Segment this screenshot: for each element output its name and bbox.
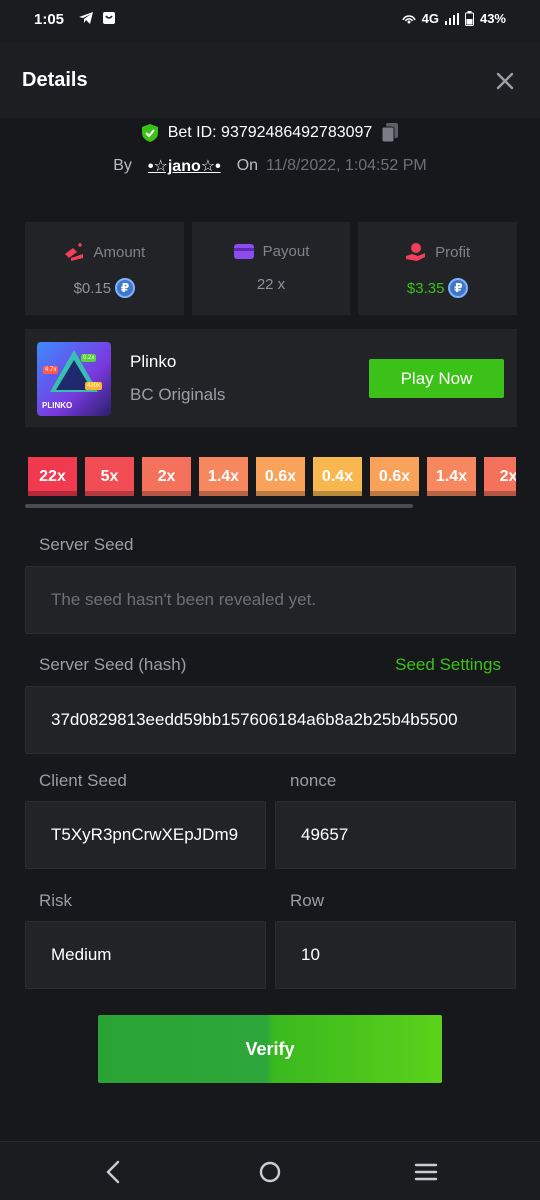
stat-profit-value: $3.35 — [406, 279, 445, 297]
status-icons-right: 4G 43% — [401, 11, 506, 26]
back-icon[interactable] — [100, 1158, 128, 1186]
nonce-label: nonce — [290, 771, 337, 790]
copy-icon[interactable] — [380, 122, 400, 144]
user-link[interactable]: •☆jano☆• — [148, 156, 221, 176]
battery-icon — [464, 11, 474, 26]
client-seed-field[interactable]: T5XyR3pnCrwXEpJDm9 — [25, 801, 266, 869]
bet-date: 11/8/2022, 1:04:52 PM — [266, 157, 427, 174]
by-label: By — [113, 157, 132, 174]
network-type: 4G — [421, 11, 439, 26]
signal-icon — [444, 12, 459, 25]
multiplier-chip: 0.4x — [313, 457, 362, 496]
game-card: 4.7x 0.2x 420x PLINKO Plinko BC Original… — [25, 329, 517, 427]
close-icon[interactable] — [494, 70, 516, 92]
seed-settings-link[interactable]: Seed Settings — [395, 655, 501, 675]
stat-amount-label: Amount — [93, 243, 146, 261]
nonce-field[interactable]: 49657 — [275, 801, 516, 869]
recents-icon[interactable] — [412, 1158, 440, 1186]
amount-icon — [65, 243, 84, 261]
currency-coin-icon: ₽ — [115, 278, 136, 298]
currency-coin-icon: ₽ — [448, 278, 469, 298]
verified-shield-icon — [141, 124, 158, 142]
multiplier-row: 22x 5x 2x 1.4x 0.6x 0.4x 0.6x 1.4x 2x — [28, 457, 516, 497]
multiplier-chip: 2x — [142, 457, 191, 496]
on-label: On — [236, 157, 259, 174]
client-seed-label: Client Seed — [39, 771, 127, 790]
stat-amount: Amount $0.15 ₽ — [25, 222, 184, 315]
game-name: Plinko — [130, 352, 177, 371]
multiplier-chip: 2x — [484, 457, 516, 496]
stat-profit-label: Profit — [435, 243, 471, 261]
server-seed-hash-label: Server Seed (hash) — [39, 655, 187, 674]
multiplier-chip: 1.4x — [427, 457, 476, 496]
bet-stats: Amount $0.15 ₽ Payout 22 x Profit $3.35 … — [25, 222, 518, 315]
risk-field[interactable]: Medium — [25, 921, 266, 989]
multiplier-chip: 22x — [28, 457, 77, 496]
status-time: 1:05 — [34, 11, 65, 28]
hotspot-icon — [401, 14, 416, 23]
verify-button[interactable]: Verify — [98, 1015, 442, 1083]
row-field[interactable]: 10 — [275, 921, 516, 989]
multiplier-chip: 5x — [85, 457, 134, 496]
multiplier-chip: 0.6x — [370, 457, 419, 496]
thumb-logo-text: PLINKO — [42, 401, 73, 410]
page-title: Details — [22, 69, 88, 91]
multiplier-chip: 1.4x — [199, 457, 248, 496]
horizontal-scrollbar[interactable] — [25, 504, 413, 508]
stat-payout-value: 22 x — [256, 276, 286, 293]
server-seed-hash-field[interactable]: 37d0829813eedd59bb157606184a6b8a2b25b4b5… — [25, 686, 516, 754]
home-icon[interactable] — [256, 1158, 284, 1186]
battery-level: 43% — [479, 11, 506, 26]
telegram-icon — [79, 12, 93, 24]
app-notification-icon — [103, 12, 115, 24]
bet-id: Bet ID: 93792486492783097 — [167, 124, 373, 141]
stat-profit: Profit $3.35 ₽ — [358, 222, 518, 315]
status-icons-left — [78, 11, 116, 25]
thumb-tag: 4.7x — [43, 366, 59, 374]
server-seed-field[interactable]: The seed hasn't been revealed yet. — [25, 566, 516, 634]
play-now-button[interactable]: Play Now — [369, 359, 504, 398]
thumb-tag: 0.2x — [81, 354, 97, 362]
thumb-tag: 420x — [85, 382, 103, 390]
risk-label: Risk — [39, 891, 73, 910]
game-provider: BC Originals — [130, 385, 226, 404]
multiplier-chip: 0.6x — [256, 457, 305, 496]
status-bar: 1:05 4G 43% — [0, 0, 540, 42]
wallet-icon — [233, 244, 254, 259]
bet-author-row: By •☆jano☆• On 11/8/2022, 1:04:52 PM — [0, 156, 540, 176]
plinko-thumbnail[interactable]: 4.7x 0.2x 420x PLINKO — [37, 342, 111, 416]
details-header: Details — [0, 42, 540, 118]
profit-icon — [406, 243, 426, 261]
row-label: Row — [290, 891, 325, 910]
server-seed-label: Server Seed — [39, 535, 134, 554]
stat-amount-value: $0.15 — [73, 279, 112, 297]
stat-payout-label: Payout — [262, 242, 310, 260]
stat-payout: Payout 22 x — [191, 222, 351, 315]
bet-id-row: Bet ID: 93792486492783097 — [0, 122, 540, 144]
system-nav-bar — [0, 1141, 540, 1200]
